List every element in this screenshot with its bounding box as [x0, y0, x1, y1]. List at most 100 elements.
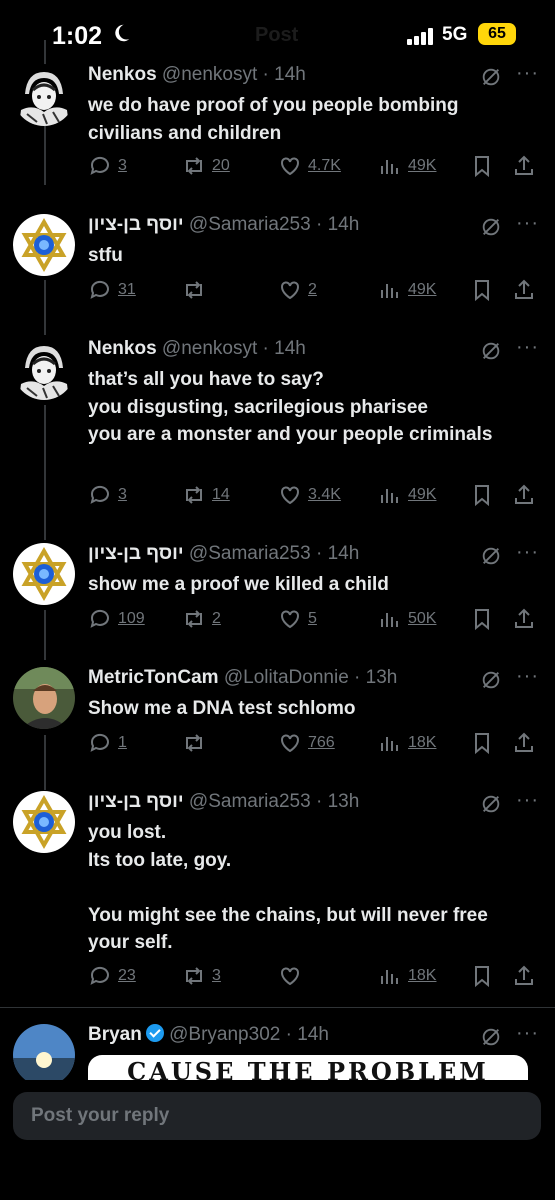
repost-count: 3 [212, 967, 221, 984]
repost-icon [186, 610, 202, 628]
repost-button[interactable]: 20 [182, 152, 230, 180]
repost-button[interactable]: 3 [182, 962, 221, 990]
share-button[interactable] [512, 962, 536, 990]
bookmark-button[interactable] [470, 481, 494, 509]
reply-button[interactable]: 1 [88, 729, 127, 757]
bookmark-button[interactable] [470, 605, 494, 633]
avatar-photo-image [13, 667, 75, 729]
reply-input[interactable] [13, 1092, 541, 1140]
display-name[interactable]: Nenkos [88, 64, 157, 85]
reply-button[interactable]: 3 [88, 481, 127, 509]
bookmark-button[interactable] [470, 962, 494, 990]
like-button[interactable] [278, 962, 308, 990]
reply-button[interactable]: 31 [88, 276, 136, 304]
more-options-icon[interactable]: ··· [516, 336, 539, 359]
timestamp[interactable]: 14h [328, 214, 360, 235]
reply-button[interactable]: 3 [88, 152, 127, 180]
bookmark-icon [475, 156, 489, 178]
grok-icon[interactable] [480, 216, 502, 238]
tweet-text: we do have proof of you people bombing c… [88, 95, 459, 144]
views-button[interactable]: 49K [378, 481, 436, 509]
like-button[interactable]: 4.7K [278, 152, 341, 180]
like-button[interactable]: 3.4K [278, 481, 341, 509]
share-button[interactable] [512, 481, 536, 509]
views-button[interactable]: 49K [378, 152, 436, 180]
tweet-media[interactable]: CAUSE THE PROBLEM [88, 1055, 528, 1080]
avatar[interactable] [13, 667, 75, 729]
grok-icon[interactable] [480, 793, 502, 815]
grok-icon[interactable] [480, 340, 502, 362]
timestamp[interactable]: 14h [297, 1024, 329, 1045]
more-options-icon[interactable]: ··· [516, 212, 539, 235]
view-count: 49K [408, 281, 437, 298]
more-options-icon[interactable]: ··· [516, 665, 539, 688]
bookmark-button[interactable] [470, 729, 494, 757]
view-count: 49K [408, 157, 437, 174]
handle[interactable]: @Samaria253 [189, 214, 311, 235]
views-button[interactable]: 18K [378, 962, 436, 990]
timestamp[interactable]: 13h [366, 667, 398, 688]
reply-button[interactable]: 23 [88, 962, 136, 990]
share-button[interactable] [512, 276, 536, 304]
views-button[interactable]: 49K [378, 276, 436, 304]
grok-icon[interactable] [480, 1026, 502, 1048]
display-name[interactable]: יוסף בן-ציון [88, 791, 184, 812]
handle[interactable]: @LolitaDonnie [224, 667, 349, 688]
avatar-star-image [13, 543, 75, 605]
thread-line [44, 405, 46, 540]
reply-icon [90, 280, 109, 299]
action-bar: 1 766 18K [88, 729, 543, 759]
view-count: 18K [408, 967, 437, 984]
share-button[interactable] [512, 605, 536, 633]
avatar[interactable] [13, 791, 75, 853]
handle[interactable]: @Samaria253 [189, 791, 311, 812]
display-name[interactable]: יוסף בן-ציון [88, 543, 184, 564]
more-options-icon[interactable]: ··· [516, 789, 539, 812]
repost-button[interactable] [182, 276, 212, 304]
timestamp[interactable]: 14h [274, 64, 306, 85]
more-options-icon[interactable]: ··· [516, 1022, 539, 1045]
timestamp[interactable]: 14h [328, 543, 360, 564]
display-name[interactable]: יוסף בן-ציון [88, 214, 184, 235]
views-button[interactable]: 50K [378, 605, 436, 633]
avatar[interactable] [13, 64, 75, 126]
handle[interactable]: @nenkosyt [162, 338, 257, 359]
views-button[interactable]: 18K [378, 729, 436, 757]
display-name[interactable]: Bryan [88, 1024, 142, 1045]
repost-button[interactable] [182, 729, 212, 757]
tweet-header: יוסף בן-ציון @Samaria253 · 14h [88, 214, 360, 235]
repost-button[interactable]: 14 [182, 481, 230, 509]
bookmark-icon [475, 609, 489, 631]
grok-icon[interactable] [480, 545, 502, 567]
display-name[interactable]: Nenkos [88, 338, 157, 359]
view-count: 50K [408, 610, 437, 627]
bookmark-button[interactable] [470, 152, 494, 180]
grok-icon[interactable] [480, 669, 502, 691]
handle[interactable]: @Samaria253 [189, 543, 311, 564]
view-count: 49K [408, 486, 437, 503]
more-options-icon[interactable]: ··· [516, 62, 539, 85]
display-name[interactable]: MetricTonCam [88, 667, 219, 688]
heart-icon [281, 281, 299, 300]
like-button[interactable]: 5 [278, 605, 317, 633]
tweet-header: Bryan @Bryanp302 · 14h [88, 1024, 329, 1045]
tweet-text: that’s all you have to say? you disgusti… [88, 369, 493, 445]
repost-icon [186, 734, 202, 752]
share-button[interactable] [512, 729, 536, 757]
handle[interactable]: @Bryanp302 [169, 1024, 280, 1045]
timestamp[interactable]: 13h [328, 791, 360, 812]
share-button[interactable] [512, 152, 536, 180]
avatar[interactable] [13, 338, 75, 400]
reply-button[interactable]: 109 [88, 605, 145, 633]
avatar[interactable] [13, 543, 75, 605]
more-options-icon[interactable]: ··· [516, 541, 539, 564]
like-button[interactable]: 2 [278, 276, 317, 304]
grok-icon[interactable] [480, 66, 502, 88]
repost-button[interactable]: 2 [182, 605, 221, 633]
like-button[interactable]: 766 [278, 729, 335, 757]
avatar[interactable] [13, 214, 75, 276]
timestamp[interactable]: 14h [274, 338, 306, 359]
handle[interactable]: @nenkosyt [162, 64, 257, 85]
bookmark-button[interactable] [470, 276, 494, 304]
avatar[interactable] [13, 1024, 75, 1086]
